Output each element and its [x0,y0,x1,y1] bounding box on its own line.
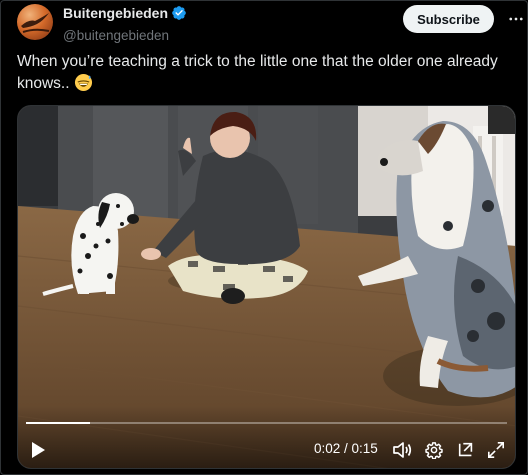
popout-button[interactable] [455,439,477,461]
author-handle[interactable]: @buitengebieden [63,27,187,44]
volume-icon [393,442,412,458]
volume-button[interactable] [391,439,413,461]
more-icon[interactable] [506,9,526,29]
gear-icon [425,442,443,459]
verified-badge-icon [171,5,187,26]
video-player[interactable]: 0:02 / 0:15 [17,105,516,469]
subscribe-button[interactable]: Subscribe [403,5,494,33]
video-progress-bar[interactable] [26,422,507,424]
video-controls: 0:02 / 0:15 [18,406,515,468]
video-time: 0:02 / 0:15 [314,441,378,456]
popout-icon [458,442,473,457]
author-display-name[interactable]: Buitengebieden [63,5,168,21]
tweet-card: Buitengebieden @buitengebieden Subscribe… [0,0,528,475]
fullscreen-icon [487,441,505,459]
author-block: Buitengebieden @buitengebieden [63,5,187,44]
play-button[interactable] [27,439,49,461]
play-icon [32,442,45,458]
tweet-header: Buitengebieden @buitengebieden Subscribe [17,4,523,44]
avatar-image [21,13,50,33]
settings-button[interactable] [423,439,445,461]
fullscreen-button[interactable] [485,439,507,461]
video-progress-fill [26,422,90,424]
grinning-sweat-emoji-icon [74,73,93,99]
avatar[interactable] [17,4,53,40]
tweet-text: When you’re teaching a trick to the litt… [17,51,513,99]
